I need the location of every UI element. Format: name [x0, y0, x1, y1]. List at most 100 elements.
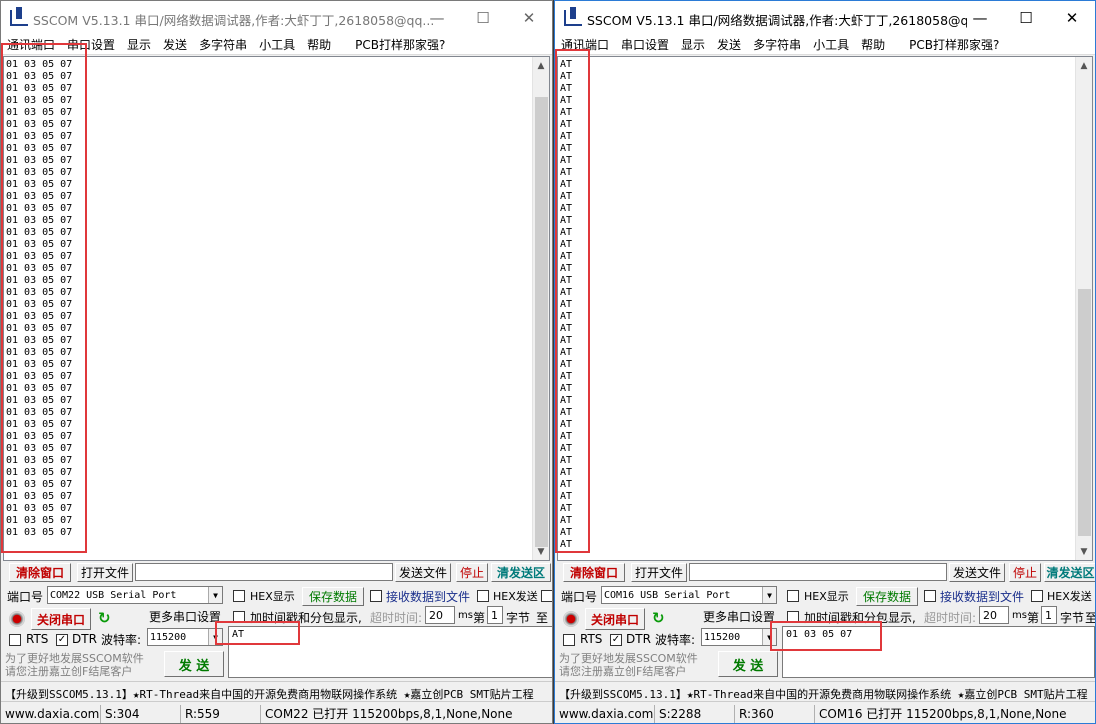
close-button[interactable]: ✕: [1049, 1, 1095, 35]
baud-label: 波特率:: [655, 633, 696, 647]
scroll-thumb[interactable]: [535, 97, 548, 547]
status-url[interactable]: www.daxia.com: [1, 704, 101, 723]
close-button[interactable]: ✕: [506, 1, 552, 35]
dtr-checkbox[interactable]: ✓: [56, 634, 68, 646]
receive-line: 01 03 05 07: [6, 71, 73, 82]
maximize-button[interactable]: ☐: [460, 1, 506, 35]
receive-line: 01 03 05 07: [6, 143, 73, 154]
menu-serial-settings[interactable]: 串口设置: [615, 36, 675, 53]
port-select[interactable]: COM22 USB Serial Port ▼: [47, 586, 223, 604]
dtr-checkbox[interactable]: ✓: [610, 634, 622, 646]
news-ticker[interactable]: 【升级到SSCOM5.13.1】★RT-Thread来自中国的开源免费商用物联网…: [555, 681, 1095, 701]
scroll-up-icon[interactable]: ▲: [533, 57, 549, 74]
more-settings-button[interactable]: 更多串口设置: [147, 607, 223, 626]
timeout-input[interactable]: 20: [425, 606, 455, 624]
refresh-icon[interactable]: ↻: [652, 609, 665, 627]
menu-display[interactable]: 显示: [121, 36, 157, 53]
title-bar[interactable]: SSCOM V5.13.1 串口/网络数据调试器,作者:大虾丁丁,2618058…: [1, 1, 552, 35]
ms-label: ms: [1012, 610, 1027, 621]
receive-line: AT: [560, 491, 573, 502]
menu-multi-string[interactable]: 多字符串: [747, 36, 807, 53]
menu-help[interactable]: 帮助: [301, 36, 337, 53]
receive-area[interactable]: AT AT AT AT AT AT AT AT AT AT AT AT AT AT AT AT AT AT AT AT…: [557, 56, 1093, 561]
receive-scrollbar[interactable]: ▲ ▼: [532, 57, 549, 560]
hex-display-checkbox[interactable]: [233, 590, 245, 602]
menu-send[interactable]: 发送: [157, 36, 193, 53]
more-settings-button[interactable]: 更多串口设置: [701, 607, 777, 626]
recv-to-file-label: 接收数据到文件: [940, 590, 1025, 604]
minimize-button[interactable]: —: [957, 1, 1003, 35]
hex-send-checkbox[interactable]: [477, 590, 489, 602]
stop-button[interactable]: 停止: [1009, 563, 1041, 582]
menu-send[interactable]: 发送: [711, 36, 747, 53]
send-button[interactable]: 发 送: [718, 651, 778, 677]
hex-send-checkbox[interactable]: [1031, 590, 1043, 602]
save-data-button[interactable]: 保存数据: [856, 587, 918, 606]
receive-line: 01 03 05 07: [6, 431, 73, 442]
file-path-input[interactable]: [135, 563, 393, 581]
clear-send-button[interactable]: 清发送区: [491, 563, 551, 582]
menu-pcb-ad[interactable]: PCB打样那家强?: [903, 36, 1005, 53]
menu-help[interactable]: 帮助: [855, 36, 891, 53]
close-port-button[interactable]: 关闭串口: [31, 608, 91, 630]
clear-window-button[interactable]: 清除窗口: [563, 563, 625, 582]
hex-display-label: HEX显示: [804, 590, 849, 603]
stop-button[interactable]: 停止: [456, 563, 488, 582]
dtr-label: DTR: [626, 632, 651, 646]
recv-to-file-checkbox[interactable]: [924, 590, 936, 602]
window-title: SSCOM V5.13.1 串口/网络数据调试器,作者:大虾丁丁,2618058…: [33, 13, 433, 28]
open-file-button[interactable]: 打开文件: [77, 563, 133, 582]
receive-line: AT: [560, 179, 573, 190]
receive-line: AT: [560, 431, 573, 442]
promo-text: 为了更好地发展SSCOM软件 请您注册嘉立创F结尾客户: [559, 652, 698, 678]
recv-to-file-checkbox[interactable]: [370, 590, 382, 602]
refresh-icon[interactable]: ↻: [98, 609, 111, 627]
status-url[interactable]: www.daxia.com: [555, 704, 655, 723]
receive-line: 01 03 05 07: [6, 443, 73, 454]
scroll-thumb[interactable]: [1078, 289, 1091, 536]
nth-label: 第: [1027, 611, 1040, 625]
rts-checkbox[interactable]: [9, 634, 21, 646]
minimize-button[interactable]: —: [414, 1, 460, 35]
save-data-button[interactable]: 保存数据: [302, 587, 364, 606]
clear-window-button[interactable]: 清除窗口: [9, 563, 71, 582]
title-bar[interactable]: SSCOM V5.13.1 串口/网络数据调试器,作者:大虾丁丁,2618058…: [555, 1, 1095, 35]
menu-tools[interactable]: 小工具: [807, 36, 855, 53]
nth-input[interactable]: 1: [487, 606, 503, 624]
baud-select[interactable]: 115200 ▼: [701, 628, 777, 646]
clear-send-button[interactable]: 清发送区: [1044, 563, 1095, 582]
receive-scrollbar[interactable]: ▲ ▼: [1075, 57, 1092, 560]
port-select[interactable]: COM16 USB Serial Port ▼: [601, 586, 777, 604]
rts-checkbox[interactable]: [563, 634, 575, 646]
news-ticker[interactable]: 【升级到SSCOM5.13.1】★RT-Thread来自中国的开源免费商用物联网…: [1, 681, 552, 701]
port-status-icon: [563, 611, 579, 627]
scroll-up-icon[interactable]: ▲: [1076, 57, 1092, 74]
receive-line: AT: [560, 59, 573, 70]
timeout-label: 超时时间:: [924, 611, 977, 625]
baud-select[interactable]: 115200 ▼: [147, 628, 223, 646]
receive-line: 01 03 05 07: [6, 503, 73, 514]
receive-line: 01 03 05 07: [6, 239, 73, 250]
scroll-down-icon[interactable]: ▼: [1076, 543, 1092, 560]
send-file-button[interactable]: 发送文件: [949, 563, 1005, 582]
send-file-button[interactable]: 发送文件: [395, 563, 451, 582]
open-file-button[interactable]: 打开文件: [631, 563, 687, 582]
close-port-button[interactable]: 关闭串口: [585, 608, 645, 630]
nth-input[interactable]: 1: [1041, 606, 1057, 624]
timeout-input[interactable]: 20: [979, 606, 1009, 624]
scroll-down-icon[interactable]: ▼: [533, 543, 549, 560]
receive-line: 01 03 05 07: [6, 263, 73, 274]
menu-multi-string[interactable]: 多字符串: [193, 36, 253, 53]
receive-line: AT: [560, 371, 573, 382]
menu-display[interactable]: 显示: [675, 36, 711, 53]
maximize-button[interactable]: ☐: [1003, 1, 1049, 35]
menu-tools[interactable]: 小工具: [253, 36, 301, 53]
timed-send-checkbox[interactable]: [541, 590, 552, 602]
menu-pcb-ad[interactable]: PCB打样那家强?: [349, 36, 451, 53]
receive-line: AT: [560, 167, 573, 178]
hex-display-checkbox[interactable]: [787, 590, 799, 602]
rts-label: RTS: [580, 632, 603, 646]
send-button[interactable]: 发 送: [164, 651, 224, 677]
port-select-value: COM16 USB Serial Port: [604, 589, 731, 601]
file-path-input[interactable]: [689, 563, 947, 581]
